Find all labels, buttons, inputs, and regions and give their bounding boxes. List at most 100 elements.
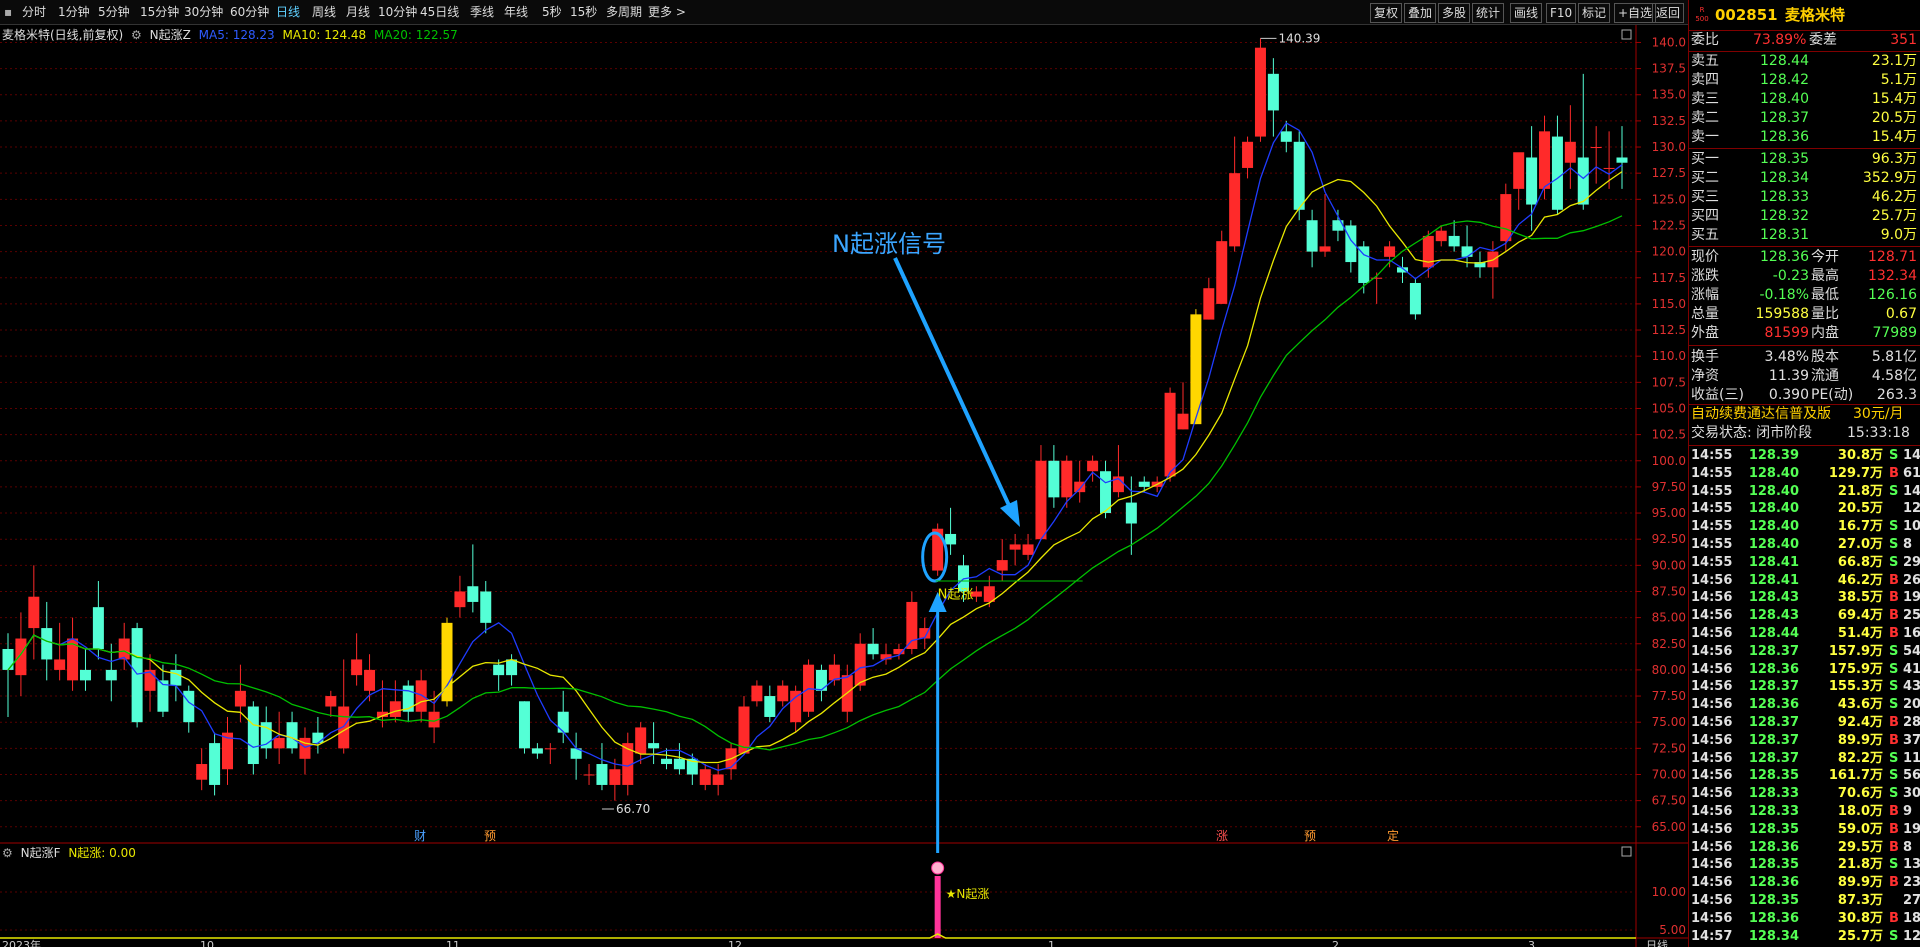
trade-cell: 16	[1903, 626, 1920, 641]
stat-label: 量比	[1811, 306, 1839, 322]
ask-row[interactable]: 卖二 128.37 20.5万	[1689, 109, 1920, 128]
settings-icon[interactable]: ⚙	[2, 846, 13, 860]
stat-row[interactable]: 收益(三) 0.390 PE(动) 263.3	[1689, 386, 1920, 405]
trade-row: 14:55 128.40 16.7万 S 10	[1689, 518, 1920, 536]
trade-row: 14:56 128.44 51.4万 B 16	[1689, 625, 1920, 643]
period-tab[interactable]: 年线	[504, 3, 528, 21]
ask-row[interactable]: 卖一 128.36 15.4万	[1689, 128, 1920, 147]
bid-volume: 352.9万	[1862, 170, 1917, 186]
sub-indicator-name[interactable]: N起涨F	[21, 846, 61, 860]
period-tab[interactable]: 30分钟	[184, 3, 223, 21]
panel-maximize-icon	[1621, 29, 1632, 40]
bid-row[interactable]: 买一 128.35 96.3万	[1689, 150, 1920, 169]
trade-cell: 19	[1903, 821, 1920, 837]
trade-row: 14:55 128.40 129.7万 B 61	[1689, 465, 1920, 483]
bid-row[interactable]: 买三 128.33 46.2万	[1689, 188, 1920, 207]
stat-row[interactable]: 涨幅 -0.18% 最低 126.16	[1689, 286, 1920, 305]
promo-text[interactable]: 自动续费通达信普及版	[1691, 405, 1831, 424]
indicator-name[interactable]: N起涨Z	[150, 28, 191, 42]
trade-cell: 14:56	[1691, 804, 1733, 819]
toolbar-button[interactable]: 多股	[1438, 3, 1471, 23]
stat-row[interactable]: 外盘 81599 内盘 77989	[1689, 324, 1920, 343]
toolbar-button[interactable]: 画线	[1510, 3, 1543, 23]
trade-cell: 128.37	[1748, 679, 1799, 695]
trade-cell: 128.36	[1748, 910, 1799, 926]
trade-cell: 14:56	[1691, 697, 1733, 713]
trade-cell: 25.7万	[1837, 928, 1883, 944]
price-tick-label: 135.0	[1652, 88, 1686, 102]
candle-body	[1280, 131, 1292, 142]
trade-cell: 14:56	[1691, 732, 1733, 748]
candlestick-chart[interactable]: 140.0 137.5 135.0 132.5 130.0 127.5 125.0 122.5…	[0, 0, 1688, 947]
bid-row[interactable]: 买五 128.31 9.0万	[1689, 226, 1920, 245]
trade-cell: 18.0万	[1837, 804, 1883, 819]
trade-cell: S	[1889, 928, 1899, 944]
trade-cell: B	[1889, 715, 1899, 730]
price-tick-label: 72.50	[1652, 741, 1686, 755]
period-tab[interactable]: 日线	[276, 3, 300, 21]
candle-body	[364, 669, 376, 691]
period-tab[interactable]: 5分钟	[98, 3, 130, 21]
ask-row[interactable]: 卖五 128.44 23.1万	[1689, 52, 1920, 71]
bid-row[interactable]: 买二 128.34 352.9万	[1689, 169, 1920, 188]
trade-cell: 14:56	[1691, 679, 1733, 695]
stat-value: 5.81亿	[1871, 349, 1917, 365]
toolbar-button[interactable]: 叠加	[1404, 3, 1437, 23]
trade-row: 14:56 128.33 70.6万 S 30	[1689, 785, 1920, 803]
annotation-arrow-line	[893, 257, 1014, 513]
toolbar-button[interactable]: 统计	[1472, 3, 1505, 23]
trade-cell: S	[1889, 483, 1899, 499]
candle-body	[1125, 502, 1137, 524]
candle-body	[1203, 288, 1215, 320]
period-tab[interactable]: 15分钟	[140, 3, 179, 21]
toolbar-menu-icon[interactable]: ▪	[4, 3, 12, 21]
promo-price[interactable]: 30元/月	[1853, 405, 1904, 424]
webi-label: 委比	[1691, 32, 1719, 48]
trade-cell: 128.37	[1748, 732, 1799, 748]
ask-row[interactable]: 卖四 128.42 5.1万	[1689, 71, 1920, 90]
period-tab[interactable]: 60分钟	[230, 3, 269, 21]
trade-cell: 128.40	[1748, 483, 1799, 499]
trade-cell: B	[1889, 804, 1899, 819]
trade-cell: 8	[1903, 839, 1913, 855]
trade-cell: 128.40	[1748, 519, 1799, 535]
ask-row[interactable]: 卖三 128.40 15.4万	[1689, 90, 1920, 109]
stat-row[interactable]: 换手 3.48% 股本 5.81亿	[1689, 348, 1920, 367]
bid-label: 买一	[1691, 151, 1719, 167]
period-tab[interactable]: 45日线	[420, 3, 459, 21]
candle-body	[557, 711, 569, 733]
trade-cell: 23	[1903, 875, 1920, 891]
period-tab[interactable]: 多周期	[606, 3, 642, 21]
trade-row: 14:56 128.37 92.4万 B 28	[1689, 714, 1920, 732]
toolbar-button[interactable]: 标记	[1578, 3, 1611, 23]
toolbar-button[interactable]: 复权	[1370, 3, 1403, 23]
toolbar-button[interactable]: 返回	[1652, 3, 1685, 23]
period-tab[interactable]: 更多 >	[648, 3, 686, 21]
toolbar-button[interactable]: F10	[1546, 3, 1577, 23]
candle-body	[1448, 235, 1460, 247]
promo-banner[interactable]: 自动续费通达信普及版 30元/月	[1689, 405, 1920, 424]
stat-row[interactable]: 涨跌 -0.23 最高 132.34	[1689, 267, 1920, 286]
period-tab[interactable]: 5秒	[542, 3, 562, 21]
period-tab[interactable]: 1分钟	[58, 3, 90, 21]
period-tab[interactable]: 周线	[312, 3, 336, 21]
period-tab[interactable]: 15秒	[570, 3, 597, 21]
candle-body	[15, 638, 27, 676]
period-tab[interactable]: 季线	[470, 3, 494, 21]
candle-body	[389, 701, 401, 717]
toolbar-button[interactable]: +自选	[1614, 3, 1657, 23]
candle-body	[661, 758, 673, 765]
trade-row: 14:56 128.37 82.2万 S 11	[1689, 750, 1920, 768]
period-tab[interactable]: 分时	[22, 3, 46, 21]
period-tab[interactable]: 10分钟	[378, 3, 417, 21]
candle-body	[1229, 173, 1241, 247]
stat-row[interactable]: 总量 159588 量比 0.67	[1689, 305, 1920, 324]
settings-icon[interactable]: ⚙	[131, 28, 142, 42]
stat-row[interactable]: 现价 128.36 今开 128.71	[1689, 248, 1920, 267]
bid-row[interactable]: 买四 128.32 25.7万	[1689, 207, 1920, 226]
trade-cell: 128.37	[1748, 715, 1799, 730]
trade-cell: 128.35	[1748, 821, 1799, 837]
stat-row[interactable]: 净资 11.39 流通 4.58亿	[1689, 367, 1920, 386]
period-tab[interactable]: 月线	[346, 3, 370, 21]
trade-cell: 14:56	[1691, 590, 1733, 606]
